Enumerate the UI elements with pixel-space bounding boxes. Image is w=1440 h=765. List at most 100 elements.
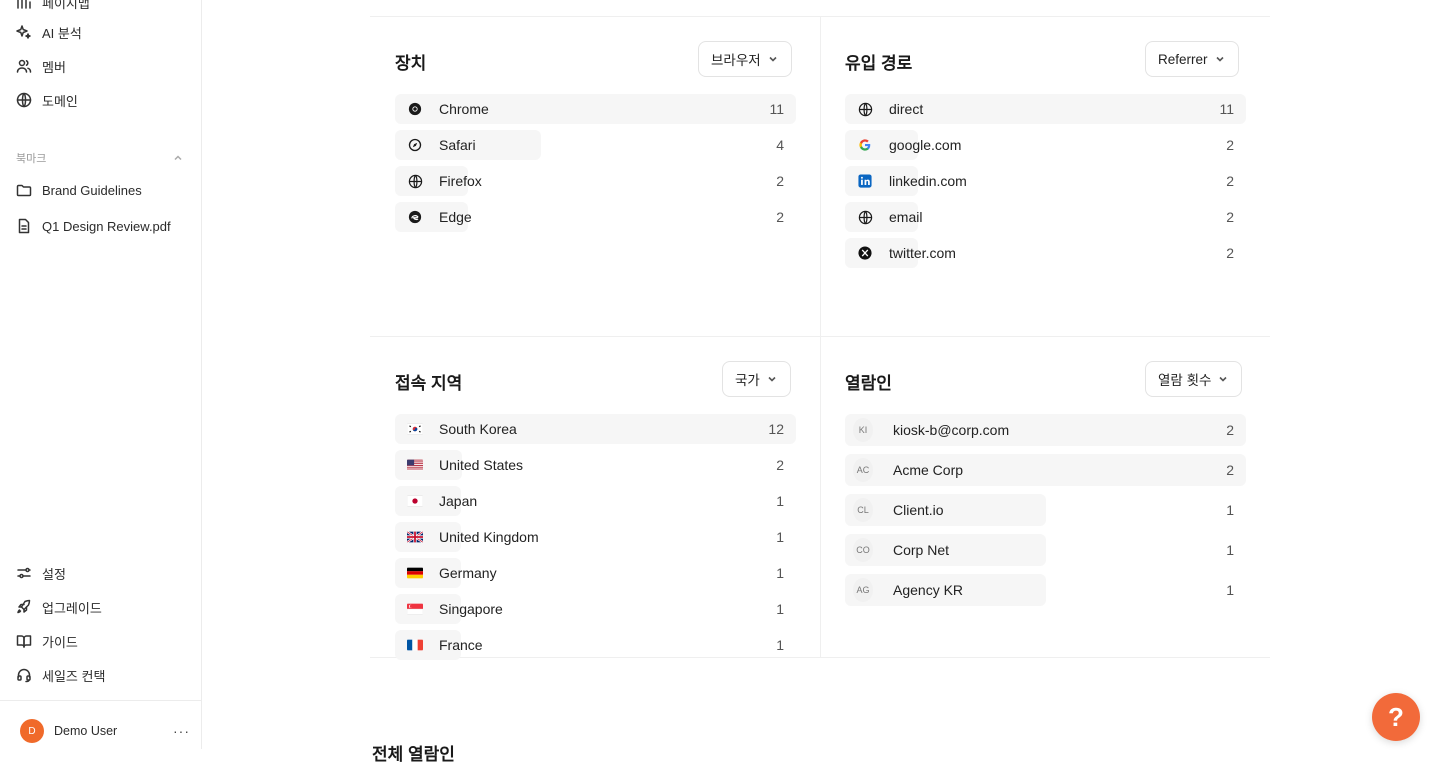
help-button[interactable]: ?: [1372, 693, 1420, 741]
row-count: 1: [1226, 582, 1234, 598]
more-icon[interactable]: ···: [173, 723, 190, 739]
us-flag-icon: [407, 457, 423, 473]
sidebar-item-label: 세일즈 컨택: [42, 668, 106, 684]
row-label: email: [889, 209, 923, 225]
initials-avatar: AC: [853, 458, 873, 482]
country-dropdown[interactable]: 국가: [722, 361, 791, 397]
row-label: Edge: [439, 209, 472, 225]
bookmarks-section-label: 북마크: [16, 153, 47, 165]
chevron-down-icon: [1219, 376, 1228, 382]
sidebar-item-label: 설정: [42, 566, 66, 582]
row-label: Safari: [439, 137, 476, 153]
list-item[interactable]: CL Client.io 1: [845, 494, 1246, 526]
user-name: Demo User: [54, 724, 118, 738]
bookmark-q1-design-review[interactable]: Q1 Design Review.pdf: [16, 214, 171, 238]
chevron-down-icon: [769, 56, 777, 62]
de-flag-icon: [407, 565, 423, 581]
row-label: google.com: [889, 137, 962, 153]
referrer-dropdown[interactable]: Referrer: [1145, 41, 1239, 77]
file-icon: [18, 218, 30, 234]
list-item[interactable]: Germany 1: [395, 558, 796, 588]
avatar: D: [20, 719, 44, 743]
chart-icon: [17, 0, 31, 9]
chevron-up-icon[interactable]: [172, 151, 184, 163]
list-item[interactable]: Firefox 2: [395, 166, 796, 196]
list-item[interactable]: twitter.com 2: [845, 238, 1246, 268]
row-count: 1: [1226, 542, 1234, 558]
row-count: 2: [776, 209, 784, 225]
sidebar-item-label: 업그레이드: [42, 600, 102, 616]
row-label: Singapore: [439, 601, 503, 617]
list-item[interactable]: AC Acme Corp 2: [845, 454, 1246, 486]
kr-flag-icon: [407, 421, 423, 437]
list-item[interactable]: France 1: [395, 630, 796, 660]
bookmark-label: Q1 Design Review.pdf: [42, 218, 171, 234]
bookmark-brand-guidelines[interactable]: Brand Guidelines: [16, 178, 142, 202]
list-item[interactable]: United States 2: [395, 450, 796, 480]
sidebar-item-label: 페이지맵: [42, 0, 90, 11]
row-label: Client.io: [893, 502, 944, 518]
list-item[interactable]: google.com 2: [845, 130, 1246, 160]
list-item[interactable]: KI kiosk-b@corp.com 2: [845, 414, 1246, 446]
list-item[interactable]: Chrome 11: [395, 94, 796, 124]
row-count: 2: [1226, 245, 1234, 261]
sidebar-item-ai-analysis[interactable]: AI 분석: [16, 20, 82, 44]
all-viewers-title: 전체 열람인: [372, 745, 455, 764]
fr-flag-icon: [407, 637, 423, 653]
list-item[interactable]: South Korea 12: [395, 414, 796, 444]
sidebar-item-settings[interactable]: 설정: [16, 561, 66, 585]
row-label: linkedin.com: [889, 173, 967, 189]
initials-avatar: AG: [853, 578, 873, 602]
initials-avatar: CO: [853, 538, 873, 562]
row-label: kiosk-b@corp.com: [893, 422, 1010, 438]
list-item[interactable]: Japan 1: [395, 486, 796, 516]
chevron-down-icon: [1215, 56, 1224, 62]
sidebar-item-upgrade[interactable]: 업그레이드: [16, 595, 102, 619]
list-item[interactable]: linkedin.com 2: [845, 166, 1246, 196]
chevron-down-icon: [768, 376, 776, 382]
row-count: 2: [1226, 209, 1234, 225]
list-item[interactable]: Singapore 1: [395, 594, 796, 624]
card-title: 열람인: [845, 374, 892, 393]
initials-avatar: CL: [853, 498, 873, 522]
row-count: 11: [1219, 101, 1234, 117]
view-count-dropdown[interactable]: 열람 횟수: [1145, 361, 1243, 397]
list-item[interactable]: direct 11: [845, 94, 1246, 124]
row-count: 12: [768, 421, 784, 437]
list-item[interactable]: United Kingdom 1: [395, 522, 796, 552]
row-count: 2: [776, 457, 784, 473]
initials-avatar: CO: [853, 538, 873, 562]
value-bar: [845, 494, 1046, 526]
initials-avatar: CL: [853, 498, 873, 522]
sidebar-item-guide[interactable]: 가이드: [16, 629, 78, 653]
sidebar-item-sales-contact[interactable]: 세일즈 컨택: [16, 663, 105, 687]
dropdown-value: 국가: [735, 373, 760, 388]
dropdown-value: 열람 횟수: [1158, 373, 1212, 388]
safari-icon: [407, 137, 423, 153]
sidebar-item-domain[interactable]: 도메인: [16, 88, 78, 112]
list-item[interactable]: Safari 4: [395, 130, 796, 160]
list-item[interactable]: Edge 2: [395, 202, 796, 232]
row-label: Firefox: [439, 173, 482, 189]
sidebar-item-pagemap[interactable]: 페이지맵: [16, 0, 90, 14]
row-count: 1: [1226, 502, 1234, 518]
sidebar-item-label: 가이드: [42, 634, 78, 650]
folder-icon: [16, 184, 32, 197]
user-menu[interactable]: D Demo User ···: [20, 718, 190, 744]
sparkle-icon: [16, 25, 31, 39]
sidebar-item-label: 멤버: [42, 59, 66, 75]
rocket-icon: [17, 599, 31, 614]
sidebar-item-members[interactable]: 멤버: [16, 54, 66, 78]
initials-avatar: KI: [853, 418, 873, 442]
bookmark-label: Brand Guidelines: [42, 182, 142, 198]
list-item[interactable]: CO Corp Net 1: [845, 534, 1246, 566]
list-item[interactable]: email 2: [845, 202, 1246, 232]
globe-icon: [857, 101, 873, 117]
row-count: 1: [776, 529, 784, 545]
row-label: South Korea: [439, 421, 517, 437]
globe-icon: [407, 173, 423, 189]
list-item[interactable]: AG Agency KR 1: [845, 574, 1246, 606]
row-count: 1: [776, 493, 784, 509]
headset-icon: [17, 668, 31, 683]
browser-dropdown[interactable]: 브라우저: [698, 41, 792, 77]
